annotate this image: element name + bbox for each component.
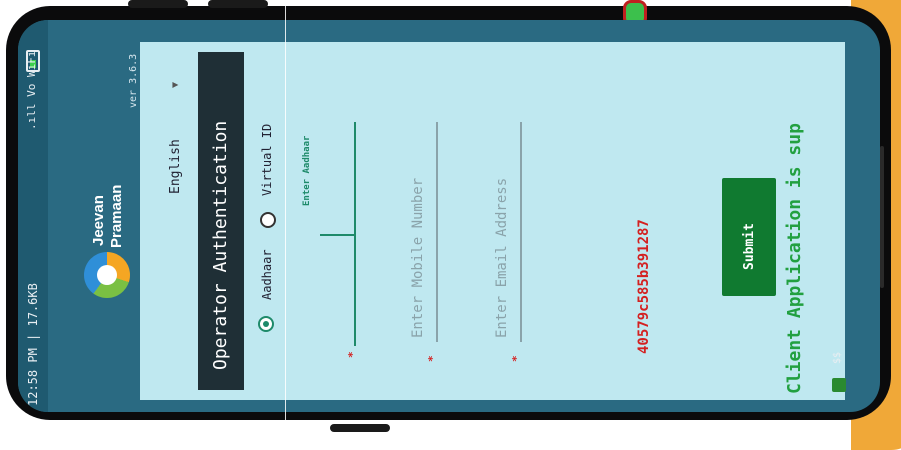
device-token: 40579c585b391287	[636, 219, 652, 354]
email-underline	[520, 122, 522, 342]
radio-virtual-id-button	[260, 212, 276, 228]
screenshot-divider	[285, 0, 286, 432]
dropdown-arrow-icon: ▼	[170, 81, 181, 88]
aadhaar-floating-label: Enter Aadhaar	[302, 135, 312, 206]
title-bar: Operator Authentication	[198, 52, 244, 390]
aadhaar-underline	[354, 122, 356, 346]
aadhaar-input[interactable]: Enter Aadhaar *	[290, 102, 359, 364]
language-value: English	[168, 139, 183, 194]
radio-virtual-id-label: Virtual ID	[260, 123, 274, 196]
app-header: Jeevan Pramaan ver 3.6.3	[48, 20, 140, 412]
page-title: Operator Authentication	[210, 120, 231, 370]
radio-aadhaar-label: Aadhaar	[260, 249, 274, 300]
phone-bottom-button	[330, 424, 390, 432]
marquee-message: Client Application is sup	[784, 123, 805, 394]
phone-power-button	[208, 0, 268, 8]
app-version: ver 3.6.3	[128, 53, 139, 108]
jeevan-pramaan-logo	[84, 252, 130, 298]
mobile-input[interactable]: Enter Mobile Number *	[390, 102, 440, 364]
submit-button[interactable]: Submit	[722, 178, 776, 296]
brand-name-line1: Jeevan	[90, 195, 107, 246]
language-select[interactable]: English ▼	[162, 62, 192, 202]
status-bar: 12:58 PM | 17.6KB .ıll Vo WiFi	[18, 20, 48, 412]
submit-label: Submit	[742, 223, 757, 270]
signal-icon: .ıll Vo WiFi	[25, 50, 38, 130]
phone-volume-button	[128, 0, 188, 8]
email-placeholder: Enter Email Address	[494, 177, 510, 338]
phone-screen: 12:58 PM | 17.6KB .ıll Vo WiFi Jeevan Pr…	[18, 20, 880, 412]
mobile-underline	[436, 122, 438, 342]
auth-form-panel: Operator Authentication English ▼ Aadhaa…	[140, 42, 845, 400]
required-marker: *	[346, 351, 359, 358]
phone-side-edge	[880, 146, 884, 288]
bottom-status-text: $$	[832, 351, 843, 364]
required-marker: *	[510, 355, 523, 362]
radio-virtual-id[interactable]: Virtual ID	[252, 112, 282, 230]
usb-icon	[832, 378, 846, 392]
required-marker: *	[426, 355, 439, 362]
radio-aadhaar[interactable]: Aadhaar	[252, 232, 282, 372]
brand-name-line2: Pramaan	[108, 184, 125, 248]
status-time: 12:58 PM | 17.6KB	[26, 283, 40, 406]
text-cursor	[320, 234, 354, 236]
radio-aadhaar-button	[258, 316, 274, 332]
mobile-placeholder: Enter Mobile Number	[410, 177, 426, 338]
email-input[interactable]: Enter Email Address *	[474, 102, 524, 364]
